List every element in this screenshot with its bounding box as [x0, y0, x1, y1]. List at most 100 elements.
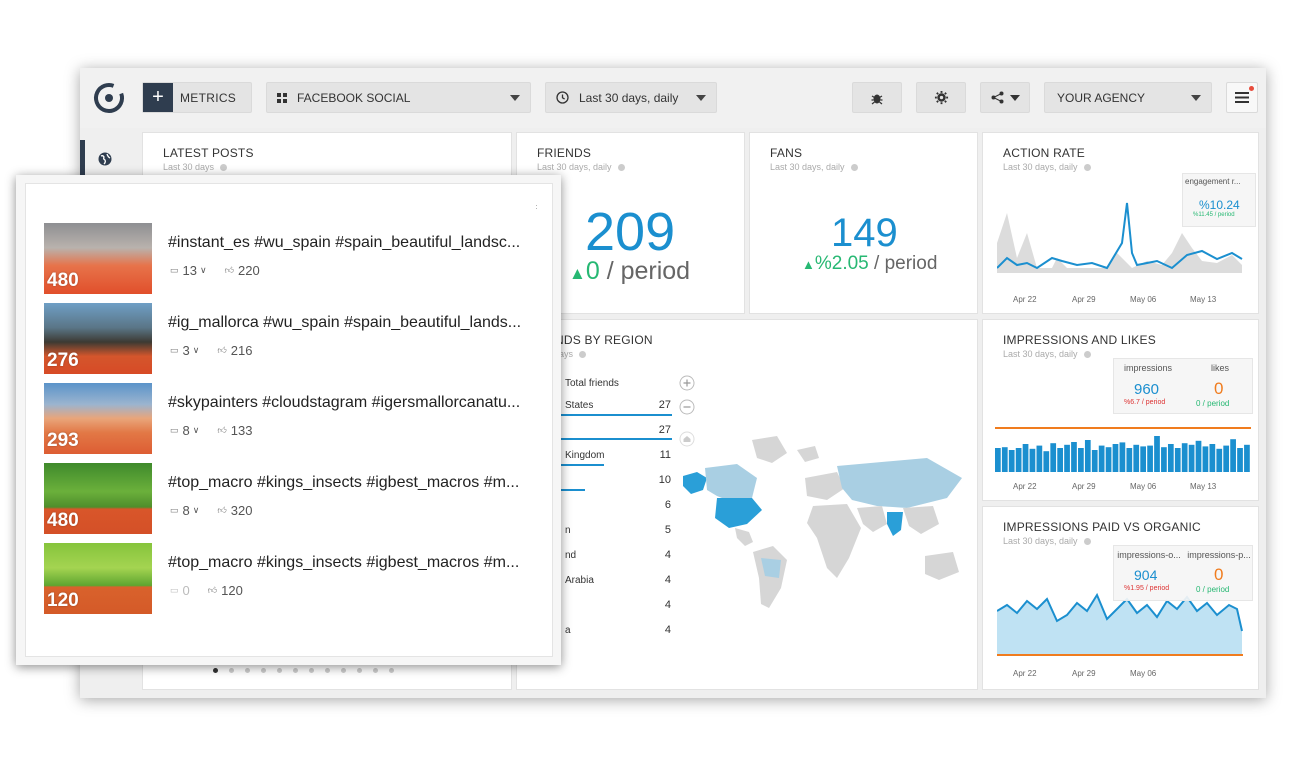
pager-dot[interactable]: [213, 668, 218, 673]
like-count: 133: [230, 423, 253, 438]
chevron-down-icon: [696, 95, 706, 101]
share-menu-button[interactable]: [980, 82, 1030, 113]
carousel-pager[interactable]: [213, 668, 394, 673]
agency-select[interactable]: YOUR AGENCY: [1044, 82, 1212, 113]
card-title: FRIENDS: [537, 146, 592, 160]
impressions-bar: [1057, 448, 1063, 472]
impressions-bar: [1140, 446, 1147, 472]
world-map: [683, 436, 962, 608]
globe-icon[interactable]: [97, 151, 113, 167]
fans-value: 149: [831, 211, 898, 255]
zoom-in-icon[interactable]: [679, 375, 695, 391]
date-range-select[interactable]: Last 30 days, daily: [545, 82, 717, 113]
impressions-bar: [1119, 442, 1126, 472]
region-value: 5: [664, 524, 671, 536]
card-title: NDS BY REGION: [555, 333, 653, 347]
like-count: 320: [230, 503, 253, 518]
post-thumbnail[interactable]: 293: [44, 383, 152, 454]
info-icon[interactable]: [579, 351, 587, 359]
region-value: 6: [664, 499, 671, 511]
pager-dot[interactable]: [325, 668, 330, 673]
like-icon: 👍︎: [217, 345, 227, 355]
fans-delta: ▲%2.05 / period: [802, 253, 938, 274]
pager-dot[interactable]: [341, 668, 346, 673]
info-icon[interactable]: [617, 164, 625, 172]
impressions-bar: [1022, 444, 1029, 472]
post-item[interactable]: 276 #ig_mallorca #wu_spain #spain_beauti…: [44, 303, 534, 375]
info-icon[interactable]: [220, 164, 228, 172]
post-item[interactable]: 480 #top_macro #kings_insects #igbest_ma…: [44, 463, 534, 535]
comment-count: 8: [182, 423, 190, 438]
impressions-delta: %6.7 / period: [1124, 399, 1166, 406]
post-item[interactable]: 120 #top_macro #kings_insects #igbest_ma…: [44, 543, 534, 615]
sidebar-active-indicator: [80, 140, 85, 180]
post-stats: ▭ 8 ∨ 👍︎ 133: [170, 423, 252, 438]
impressions-bar-chart: [995, 427, 1251, 472]
info-icon[interactable]: [850, 164, 858, 172]
impressions-bar: [1167, 444, 1174, 472]
more-options-icon[interactable]: · ·: [535, 201, 538, 213]
post-thumbnail[interactable]: 276: [44, 303, 152, 374]
card-subtitle: Last 30 days: [163, 162, 228, 172]
card-subtitle: Last 30 days, daily: [1003, 162, 1091, 172]
comment-icon: ▭: [170, 585, 179, 595]
grid-icon: [277, 92, 287, 103]
pager-dot[interactable]: [245, 668, 250, 673]
post-score: 293: [47, 430, 79, 451]
region-name: nd: [565, 550, 577, 561]
comment-icon: ▭: [170, 265, 179, 275]
region-bar: [557, 464, 604, 466]
impressions-bar: [1029, 448, 1036, 472]
data-source-select[interactable]: FACEBOOK SOCIAL: [266, 82, 531, 113]
post-score: 276: [47, 350, 79, 371]
info-icon[interactable]: [1083, 164, 1091, 172]
app-logo-icon[interactable]: [92, 81, 126, 115]
zoom-out-icon[interactable]: [679, 399, 695, 415]
post-score: 480: [47, 510, 79, 531]
like-icon: 👍︎: [217, 425, 227, 435]
impressions-bar: [1105, 447, 1112, 472]
pager-dot[interactable]: [389, 668, 394, 673]
info-icon[interactable]: [1083, 351, 1091, 359]
region-name: Kingdom: [565, 450, 605, 461]
chevron-down-icon: ∨: [192, 505, 200, 515]
post-item[interactable]: 480 #instant_es #wu_spain #spain_beautif…: [44, 223, 534, 295]
comment-icon: ▭: [170, 505, 179, 515]
card-subtitle: Last 30 days, daily: [1003, 349, 1091, 359]
pager-dot[interactable]: [373, 668, 378, 673]
impressions-bar: [1154, 436, 1160, 472]
impressions-bar: [1001, 447, 1008, 472]
action-rate-legend: engagement r... %10.24 %11.45 / period: [1182, 173, 1256, 227]
debug-button[interactable]: [852, 82, 902, 113]
post-item[interactable]: 293 #skypainters #cloudstagram #igersmal…: [44, 383, 534, 455]
settings-button[interactable]: [916, 82, 966, 113]
info-icon[interactable]: [1083, 538, 1091, 546]
comment-count: 13: [182, 263, 197, 278]
pager-dot[interactable]: [229, 668, 234, 673]
main-menu-button[interactable]: [1226, 82, 1258, 113]
chevron-down-icon: ∨: [192, 345, 200, 355]
action-rate-card: ACTION RATE Last 30 days, daily engageme…: [982, 132, 1259, 314]
plus-icon: +: [143, 83, 173, 112]
x-tick-label: May 06: [1130, 295, 1157, 304]
paid-organic-legend: impressions-o... 904 %1.95 / period impr…: [1113, 545, 1253, 601]
metrics-button[interactable]: + METRICS: [142, 82, 252, 113]
post-caption: #ig_mallorca #wu_spain #spain_beautiful_…: [168, 314, 522, 331]
pager-dot[interactable]: [277, 668, 282, 673]
post-stats: ▭ 8 ∨ 👍︎ 320: [170, 503, 252, 518]
gear-icon: [934, 90, 948, 105]
region-value: 4: [664, 599, 671, 611]
pager-dot[interactable]: [309, 668, 314, 673]
region-column-header: Total friends: [565, 378, 619, 389]
pager-dot[interactable]: [357, 668, 362, 673]
pager-dot[interactable]: [293, 668, 298, 673]
impressions-bar: [995, 448, 1001, 472]
card-subtitle: Last 30 days, daily: [537, 162, 625, 172]
post-thumbnail[interactable]: 480: [44, 463, 152, 534]
chevron-down-icon: [1009, 94, 1020, 101]
post-thumbnail[interactable]: 480: [44, 223, 152, 294]
post-thumbnail[interactable]: 120: [44, 543, 152, 614]
impressions-bar: [1202, 446, 1209, 472]
pager-dot[interactable]: [261, 668, 266, 673]
bug-icon: [871, 94, 883, 104]
